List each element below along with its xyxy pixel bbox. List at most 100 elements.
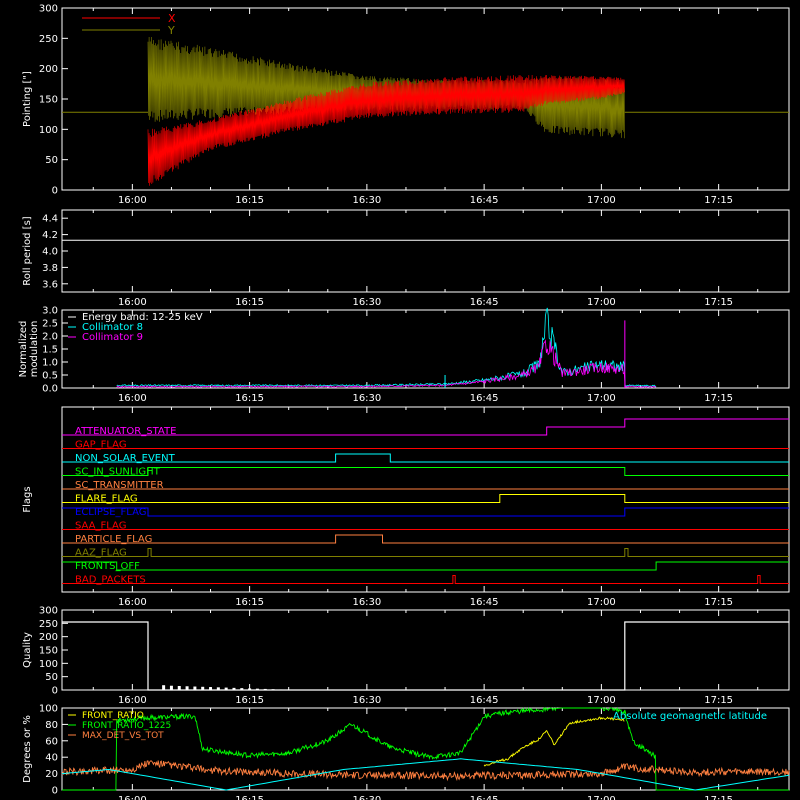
panel-5-xtick-label-5: 17:15 bbox=[704, 795, 733, 800]
panel-0-ytick-label-4: 200 bbox=[39, 64, 58, 75]
panel-2-ytick-label-5: 2.5 bbox=[42, 319, 58, 330]
panel-0-xtick-label-2: 16:30 bbox=[352, 195, 381, 206]
panel-4-ytick-label-0: 0 bbox=[52, 686, 58, 697]
panel-3-ylabel: Flags bbox=[22, 486, 33, 512]
panel-4-ytick-label-3: 150 bbox=[39, 646, 58, 657]
quality-blip-15 bbox=[279, 689, 283, 690]
panel-0-xtick-label-0: 16:00 bbox=[118, 195, 147, 206]
panel-5-ytick-label-2: 40 bbox=[45, 753, 58, 764]
panel-1-xtick-label-5: 17:15 bbox=[704, 297, 733, 308]
quality-blip-3 bbox=[185, 686, 189, 690]
flag-label-eclipse-flag: ECLIPSE_FLAG bbox=[75, 507, 146, 518]
panel-4-ylabel: Quality bbox=[22, 632, 33, 668]
panel-2-ytick-label-6: 3.0 bbox=[42, 306, 58, 317]
panel-0-xtick-label-4: 17:00 bbox=[587, 195, 616, 206]
quality-blip-14 bbox=[271, 689, 275, 690]
panel-3-xtick-label-1: 16:15 bbox=[235, 597, 264, 608]
flag-line-flare-flag bbox=[62, 494, 789, 503]
flag-line-particle-flag bbox=[62, 534, 789, 544]
panel-4-ytick-label-2: 100 bbox=[39, 659, 58, 670]
panel-1-ytick-label-3: 4.2 bbox=[42, 230, 58, 241]
legend-label-max-det-vs-tot: MAX_DET_VS_TOT bbox=[82, 731, 164, 741]
series-collimator-9-line bbox=[116, 339, 657, 389]
panel-2-ytick-label-0: 0.0 bbox=[42, 384, 58, 395]
panel-2-xtick-label-2: 16:30 bbox=[352, 393, 381, 404]
panel-1-xtick-label-0: 16:00 bbox=[118, 297, 147, 308]
panel-2-xtick-label-3: 16:45 bbox=[470, 393, 499, 404]
panel-5-ytick-label-0: 0 bbox=[52, 786, 58, 797]
panel-0-ytick-label-1: 50 bbox=[45, 155, 58, 166]
panel-5-ylabel: Degrees or % bbox=[22, 715, 33, 783]
quality-blip-13 bbox=[263, 688, 267, 690]
panel-4-xtick-label-5: 17:15 bbox=[704, 695, 733, 706]
panel-5-xtick-label-2: 16:30 bbox=[352, 795, 381, 800]
quality-blip-10 bbox=[240, 688, 244, 690]
panel-0-ytick-label-2: 100 bbox=[39, 125, 58, 136]
panel-1-ylabel: Roll period [s] bbox=[22, 216, 33, 285]
panel-1-xtick-label-2: 16:30 bbox=[352, 297, 381, 308]
panel-5-ytick-label-1: 20 bbox=[45, 769, 58, 780]
flag-line-sc-in-sunlight bbox=[62, 467, 789, 476]
panel-5-xtick-label-3: 16:45 bbox=[470, 795, 499, 800]
panel-0-xtick-label-3: 16:45 bbox=[470, 195, 499, 206]
series-front-ratio-line bbox=[483, 716, 625, 767]
legend-label-front-ratio: FRONT_RATIO bbox=[82, 711, 144, 721]
panel-5-xtick-label-1: 16:15 bbox=[235, 795, 264, 800]
figure: 16:00 16:15 16:30 16:45 17:00 17:15 0 50 100 150 2… bbox=[18, 4, 790, 800]
panel-5-ytick-label-5: 100 bbox=[39, 704, 58, 715]
quality-blip-5 bbox=[201, 686, 205, 690]
quality-blip-4 bbox=[193, 686, 197, 690]
panel-3-xtick-label-4: 17:00 bbox=[587, 597, 616, 608]
panel-4-ytick-label-4: 200 bbox=[39, 632, 58, 643]
panel-3-xtick-label-0: 16:00 bbox=[118, 597, 147, 608]
panel-0-ytick-label-3: 150 bbox=[39, 95, 58, 106]
panel-4-xtick-label-3: 16:45 bbox=[470, 695, 499, 706]
quality-blip-6 bbox=[209, 687, 213, 690]
panel-5-xtick-label-0: 16:00 bbox=[118, 795, 147, 800]
panel-3-xtick-label-2: 16:30 bbox=[352, 597, 381, 608]
series-max-det-vs-tot-line bbox=[61, 760, 790, 782]
panel-2-xtick-label-5: 17:15 bbox=[704, 393, 733, 404]
quality-blip-0 bbox=[162, 685, 166, 690]
quality-blip-9 bbox=[232, 687, 236, 690]
panel-2-xtick-label-4: 17:00 bbox=[587, 393, 616, 404]
panel-1-ytick-label-4: 4.4 bbox=[42, 214, 58, 225]
flag-line-aaz-flag bbox=[62, 548, 789, 557]
panel-2-xtick-label-0: 16:00 bbox=[118, 393, 147, 404]
legend-label-y: Y bbox=[167, 24, 175, 37]
panel-1-ytick-label-2: 4.0 bbox=[42, 247, 58, 258]
panel-0-ytick-label-6: 300 bbox=[39, 4, 58, 15]
panel-3-xtick-label-5: 17:15 bbox=[704, 597, 733, 608]
panel-2-ytick-label-2: 1.0 bbox=[42, 358, 58, 369]
panel-4-xtick-label-2: 16:30 bbox=[352, 695, 381, 706]
panel-4-ytick-label-5: 250 bbox=[39, 619, 58, 630]
panel-0-xtick-label-1: 16:15 bbox=[235, 195, 264, 206]
quality-blip-8 bbox=[224, 687, 228, 690]
flag-line-eclipse-flag bbox=[62, 507, 789, 517]
quality-blip-1 bbox=[169, 685, 173, 690]
panel-0-xtick-label-5: 17:15 bbox=[704, 195, 733, 206]
flag-line-fronts-off bbox=[62, 561, 789, 571]
panel-4-xtick-label-1: 16:15 bbox=[235, 695, 264, 706]
panel-1-ytick-label-1: 3.8 bbox=[42, 263, 58, 274]
panel-2-ytick-label-3: 1.5 bbox=[42, 345, 58, 356]
legend-label-front-ratio-1225: FRONT_RATIO_1225 bbox=[82, 721, 171, 731]
panel-4-xtick-label-4: 17:00 bbox=[587, 695, 616, 706]
panel-0-ytick-label-5: 250 bbox=[39, 34, 58, 45]
panel-4-xtick-label-0: 16:00 bbox=[118, 695, 147, 706]
panel-2-ytick-label-4: 2.0 bbox=[42, 332, 58, 343]
panel-2-ylabel: Normalized bbox=[18, 321, 29, 378]
panel-2-ylabel-line2: modulation bbox=[29, 321, 40, 378]
panel-3-xtick-label-3: 16:45 bbox=[470, 597, 499, 608]
flag-line-bad-packets bbox=[62, 575, 789, 584]
annotation-geomagnetic-latitude: Absolute geomagnetic latitude bbox=[613, 711, 767, 722]
panel-5-ytick-label-4: 80 bbox=[45, 720, 58, 731]
quality-blip-12 bbox=[255, 688, 259, 690]
panel-0-ytick-label-0: 0 bbox=[52, 186, 58, 197]
panel-5-ytick-label-3: 60 bbox=[45, 736, 58, 747]
panel-2-xtick-label-1: 16:15 bbox=[235, 393, 264, 404]
quality-blip-7 bbox=[216, 687, 220, 690]
panel-1-xtick-label-1: 16:15 bbox=[235, 297, 264, 308]
quality-line bbox=[62, 621, 789, 691]
panel-1-xtick-label-4: 17:00 bbox=[587, 297, 616, 308]
